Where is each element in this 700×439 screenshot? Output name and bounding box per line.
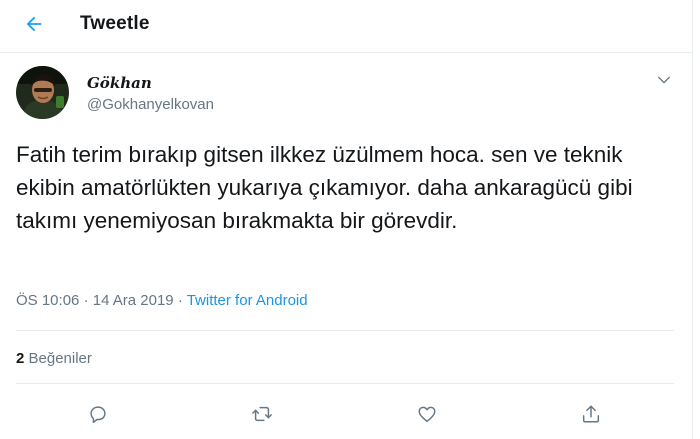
avatar[interactable] (16, 66, 69, 119)
tweet-text: Fatih terim bırakıp gitsen ilkkez üzülme… (16, 142, 633, 233)
retweet-button[interactable] (248, 402, 276, 430)
arrow-left-icon (23, 13, 45, 40)
heart-icon (416, 403, 438, 430)
likes-count: 2 (16, 350, 25, 367)
header-bar: Tweetle (0, 0, 693, 53)
tweet-date[interactable]: 14 Ara 2019 (93, 292, 174, 309)
tweet-meta: ÖS 10:06 · 14 Ara 2019 · Twitter for And… (16, 292, 308, 309)
meta-separator: · (83, 292, 89, 309)
more-options-button[interactable] (652, 70, 676, 94)
retweet-icon (250, 403, 274, 430)
reply-button[interactable] (84, 402, 112, 430)
back-button[interactable] (16, 8, 52, 44)
display-name[interactable]: Gökhan (87, 74, 152, 92)
divider (16, 330, 674, 331)
likes-label: Beğeniler (28, 350, 92, 367)
chevron-down-icon (656, 72, 672, 93)
likes-stat[interactable]: 2 Beğeniler (16, 350, 92, 367)
tweet-source-link[interactable]: Twitter for Android (187, 292, 308, 309)
share-button[interactable] (577, 402, 605, 430)
tweet-detail-page: Tweetle Gökhan @Gokhanyelkovan Fatih ter… (0, 0, 693, 439)
page-title: Tweetle (80, 13, 150, 34)
share-icon (580, 403, 602, 430)
divider (16, 383, 674, 384)
like-button[interactable] (413, 402, 441, 430)
user-handle[interactable]: @Gokhanyelkovan (87, 96, 214, 113)
tweet-time[interactable]: ÖS 10:06 (16, 292, 79, 309)
reply-icon (87, 403, 109, 430)
meta-separator: · (177, 292, 183, 309)
